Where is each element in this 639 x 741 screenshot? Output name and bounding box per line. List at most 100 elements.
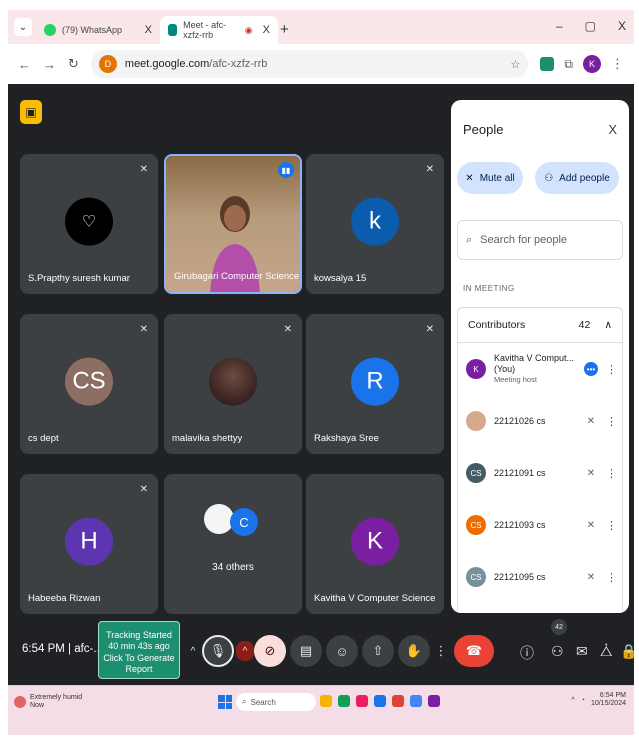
microphone-button[interactable]: 🎙 (202, 635, 234, 667)
raise-hand-button[interactable]: ✋ (398, 635, 430, 667)
mute-all-button[interactable]: ✕ Mute all (457, 162, 523, 194)
meeting-time-and-code: 6:54 PM | afc-... (22, 643, 103, 655)
participant-name: kowsalya 15 (314, 273, 367, 284)
more-options-icon[interactable]: ⋮ (606, 415, 617, 428)
profile-avatar[interactable]: K (583, 55, 601, 73)
add-people-label: Add people (559, 172, 610, 184)
mic-off-icon: ✕ (465, 172, 474, 184)
tracking-status: Tracking Started (106, 630, 172, 640)
participant-tile[interactable]: ✕ malavika shettyy (164, 314, 302, 454)
chevron-up-icon[interactable]: ∧ (604, 319, 612, 331)
participant-list-item[interactable]: CS 22121093 cs ✕ ⋮ (458, 499, 622, 551)
participant-tile[interactable]: ✕ ♡ S.Prapthy suresh kumar (20, 154, 158, 294)
lock-icon[interactable]: 🔒 (620, 643, 634, 660)
captions-button[interactable]: ▤ (290, 635, 322, 667)
avatar: CS (466, 567, 486, 587)
mute-all-label: Mute all (479, 172, 515, 184)
mic-off-icon[interactable]: ✕ (584, 416, 598, 427)
more-options-icon[interactable]: ⋮ (434, 635, 448, 667)
app-icon[interactable] (356, 695, 368, 707)
mic-off-icon: ✕ (283, 324, 292, 335)
mic-off-icon[interactable]: ✕ (584, 572, 598, 583)
participant-tile[interactable]: ✕ R Rakshaya Sree (306, 314, 444, 454)
more-options-icon[interactable]: ⋮ (606, 363, 617, 376)
leave-call-button[interactable]: ☎ (454, 635, 494, 667)
participant-tile[interactable]: ✕ H Habeeba Rizwan (20, 474, 158, 614)
tracking-report-button[interactable]: Tracking Started 40 min 43s ago Click To… (98, 621, 180, 679)
participant-name: Habeeba Rizwan (28, 593, 101, 604)
weather-widget[interactable]: Extremely humid Now (14, 694, 82, 711)
camera-off-button[interactable]: ⊘ (254, 635, 286, 667)
app-icon[interactable] (392, 695, 404, 707)
mic-off-icon[interactable]: ✕ (584, 468, 598, 479)
maximize-button[interactable]: ▢ (585, 19, 596, 33)
new-tab-button[interactable]: + (280, 21, 289, 38)
tab-search-button[interactable]: ⌄ (14, 18, 32, 36)
participant-list-item[interactable]: CS 22121091 cs ✕ ⋮ (458, 447, 622, 499)
activity-icon[interactable]: ▣ (20, 100, 42, 124)
more-options-icon[interactable]: ⋮ (606, 519, 617, 532)
mic-off-icon: ✕ (139, 484, 148, 495)
browser-window: ⌄ (79) WhatsApp X Meet - afc-xzfz-rrb ◉ … (8, 10, 634, 735)
kebab-menu-icon[interactable]: ⋮ (611, 56, 624, 72)
site-info-icon[interactable]: D (98, 55, 117, 73)
forward-icon[interactable]: → (43, 57, 56, 72)
people-icon[interactable]: ⚇ (551, 643, 564, 660)
participant-tile[interactable]: K Kavitha V Computer Science (306, 474, 444, 614)
more-options-icon[interactable]: ⋮ (606, 467, 617, 480)
app-icon[interactable] (338, 695, 350, 707)
add-people-button[interactable]: ⚇ Add people (535, 162, 619, 194)
weather-text: Extremely humid (30, 694, 83, 701)
windows-start-icon[interactable] (218, 695, 232, 709)
bookmark-star-icon[interactable]: ☆ (511, 58, 521, 71)
close-tab-icon[interactable]: X (145, 24, 152, 36)
search-people-input[interactable]: ⌕ Search for people (457, 220, 623, 260)
participant-tile[interactable]: ✕ k kowsalya 15 (306, 154, 444, 294)
taskbar-clock[interactable]: 6:54 PM 10/15/2024 (591, 692, 626, 709)
participant-list-item[interactable]: K Kavitha V Comput... (You) Meeting host … (458, 343, 622, 395)
participant-name: Girubagari Computer Science (174, 271, 300, 282)
tab-meet[interactable]: Meet - afc-xzfz-rrb ◉ X (160, 16, 278, 44)
participant-tile[interactable]: ✕ CS cs dept (20, 314, 158, 454)
others-tile[interactable]: C 34 others (164, 474, 302, 614)
mic-off-icon[interactable]: ✕ (584, 520, 598, 531)
emoji-button[interactable]: ☺ (326, 635, 358, 667)
puzzle-icon[interactable]: ⧉ (564, 57, 573, 72)
wifi-icon[interactable]: ◔ (581, 697, 585, 704)
app-icon[interactable] (320, 695, 332, 707)
close-tab-icon[interactable]: X (263, 24, 270, 36)
system-tray: ^ ◔ 6:54 PM 10/15/2024 (571, 692, 626, 709)
avatar: ♡ (65, 197, 113, 246)
close-panel-button[interactable]: X (608, 122, 617, 137)
chrome-icon[interactable] (410, 695, 422, 707)
participant-list-item[interactable]: 22121026 cs ✕ ⋮ (458, 395, 622, 447)
close-window-button[interactable]: X (618, 19, 626, 33)
meeting-controls-bar: 6:54 PM | afc-... Tracking Started 40 mi… (8, 615, 634, 685)
app-icon[interactable] (374, 695, 386, 707)
extension-icon[interactable] (540, 57, 555, 71)
reload-icon[interactable]: ↻ (68, 56, 79, 72)
more-options-icon[interactable]: ⋮ (606, 571, 617, 584)
contributors-label: Contributors (468, 319, 526, 331)
minimize-button[interactable]: – (556, 19, 563, 33)
recording-icon: ◉ (244, 24, 253, 35)
chat-icon[interactable]: ✉ (576, 643, 588, 660)
generate-report-label: Click To Generate Report (103, 652, 175, 674)
app-icon[interactable] (428, 695, 440, 707)
address-bar[interactable]: D meet.google.com/afc-xzfz-rrb ☆ (90, 50, 529, 78)
search-placeholder: Search for people (480, 234, 568, 246)
present-button[interactable]: ⇧ (362, 635, 394, 667)
back-icon[interactable]: ← (18, 57, 31, 72)
info-icon[interactable]: ⓘ (520, 643, 534, 663)
taskbar-search[interactable]: ⌕ Search (236, 693, 316, 711)
chevron-up-icon[interactable]: ^ (236, 641, 254, 661)
contributors-section-header[interactable]: Contributors 42 ∧ (457, 307, 623, 343)
participant-list-item[interactable]: CS 22121095 cs ✕ ⋮ (458, 551, 622, 603)
add-person-icon: ⚇ (544, 172, 554, 184)
activities-icon[interactable]: ⧊ (600, 643, 613, 660)
chevron-up-icon[interactable]: ^ (184, 641, 202, 661)
tray-chevron-icon[interactable]: ^ (571, 697, 574, 704)
mic-off-icon: ✕ (425, 324, 434, 335)
tab-whatsapp[interactable]: (79) WhatsApp X (36, 16, 160, 44)
participant-tile-video[interactable]: ▮▮ Girubagari Computer Science (164, 154, 302, 294)
